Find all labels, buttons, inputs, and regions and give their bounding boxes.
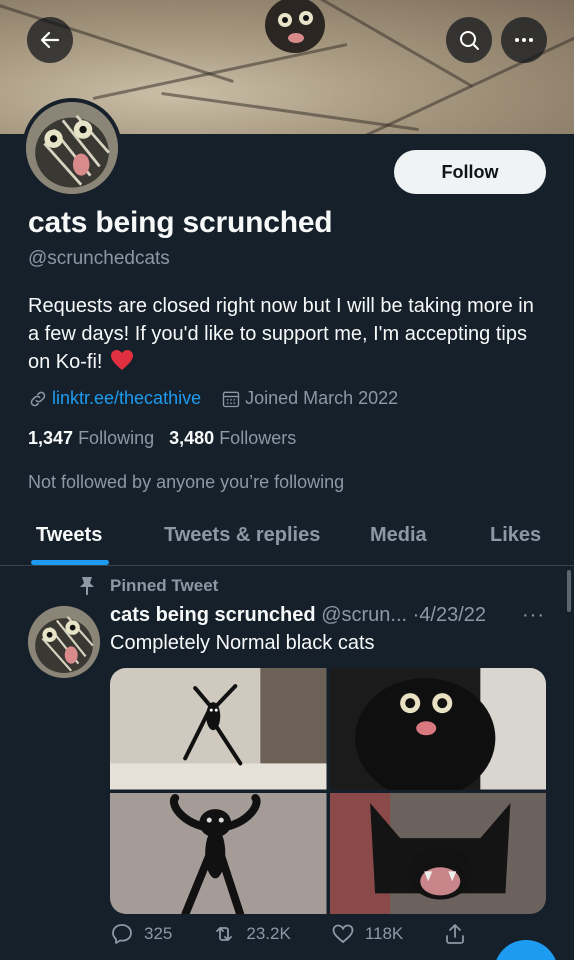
pin-icon <box>80 577 94 595</box>
profile-meta: linktr.ee/thecathive Joined March 2022 <box>28 388 398 409</box>
cat-photo-4 <box>329 792 546 914</box>
more-button[interactable] <box>501 17 547 63</box>
tweet-avatar[interactable] <box>28 606 100 678</box>
arrow-left-icon <box>40 31 60 49</box>
tab-tweets[interactable]: Tweets <box>36 524 102 547</box>
reply-button[interactable]: 325 <box>110 922 172 946</box>
cat-photo-2 <box>329 668 546 790</box>
tab-media[interactable]: Media <box>370 524 427 547</box>
profile-bio: Requests are closed right now but I will… <box>28 292 548 376</box>
tweet-more-button[interactable]: ··· <box>522 604 545 627</box>
tab-tweets-replies[interactable]: Tweets & replies <box>164 524 320 547</box>
tweet-actions: 325 23.2K 118K <box>110 922 550 946</box>
more-dots-icon <box>515 38 533 42</box>
media-image-1[interactable] <box>110 668 327 790</box>
retweet-button[interactable]: 23.2K <box>212 922 291 946</box>
tweet-date[interactable]: 4/23/22 <box>419 604 486 626</box>
calendar-icon <box>222 391 240 407</box>
back-button[interactable] <box>27 17 73 63</box>
followers-stat[interactable]: 3,480 Followers <box>169 428 296 448</box>
media-image-2[interactable] <box>329 668 546 790</box>
pinned-label: Pinned Tweet <box>78 576 218 596</box>
tweet-header: cats being scrunched @scrun... ·4/23/22 <box>110 604 486 627</box>
scrollbar[interactable] <box>567 570 571 612</box>
profile-avatar[interactable] <box>22 98 122 198</box>
like-button[interactable]: 118K <box>331 922 403 946</box>
pinned-text: Pinned Tweet <box>110 576 219 595</box>
joined-date: Joined March 2022 <box>245 388 399 408</box>
followers-label: Followers <box>219 428 297 448</box>
heart-icon <box>111 350 134 370</box>
not-followed-note: Not followed by anyone you’re following <box>28 472 345 492</box>
cat-photo-1 <box>110 668 327 790</box>
profile-name: cats being scrunched <box>28 206 333 239</box>
following-stat[interactable]: 1,347 Following <box>28 428 154 448</box>
cat-avatar-image <box>28 606 100 678</box>
tab-likes[interactable]: Likes <box>490 524 541 547</box>
tweet-author-handle: @scrun... <box>321 604 408 626</box>
retweet-count: 23.2K <box>246 924 291 943</box>
bio-text: Requests are closed right now but I will… <box>28 295 534 373</box>
share-button[interactable] <box>443 922 477 946</box>
search-button[interactable] <box>446 17 492 63</box>
like-count: 118K <box>364 924 404 943</box>
banner-cat-illustration <box>265 0 325 53</box>
media-image-4[interactable] <box>329 792 546 914</box>
tweet-text: Completely Normal black cats <box>110 632 375 654</box>
tweet-author-name[interactable]: cats being scrunched <box>110 604 316 626</box>
following-count: 1,347 <box>28 428 74 448</box>
search-icon <box>460 31 479 50</box>
link-icon <box>30 391 46 406</box>
followers-count: 3,480 <box>169 428 215 448</box>
reply-count: 325 <box>144 924 173 943</box>
share-icon <box>446 924 465 944</box>
profile-handle: @scrunchedcats <box>28 248 170 269</box>
retweet-icon <box>216 927 233 941</box>
tweet-media-grid <box>110 668 546 914</box>
media-image-3[interactable] <box>110 792 327 914</box>
follow-button[interactable]: Follow <box>394 150 546 194</box>
cat-avatar-image <box>26 102 118 194</box>
like-heart-icon <box>332 924 354 944</box>
cat-photo-3 <box>110 792 327 914</box>
follow-stats: 1,347 Following 3,480 Followers <box>28 428 296 449</box>
profile-tabs: Tweets Tweets & replies Media Likes <box>0 508 574 566</box>
reply-icon <box>112 924 132 944</box>
following-label: Following <box>78 428 155 448</box>
profile-link[interactable]: linktr.ee/thecathive <box>52 388 201 409</box>
active-tab-indicator <box>31 560 109 565</box>
